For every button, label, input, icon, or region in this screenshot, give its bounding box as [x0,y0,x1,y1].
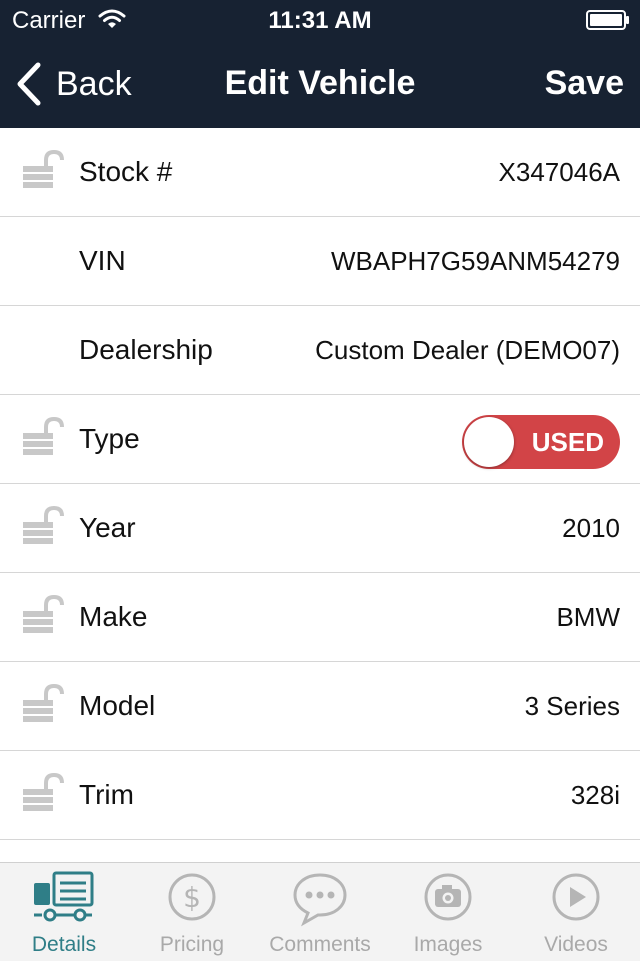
battery-icon [586,10,629,30]
field-row-make[interactable]: Make BMW [0,573,640,662]
tab-label: Pricing [159,933,225,956]
field-label: Dealership [79,334,213,365]
field-row-year[interactable]: Year 2010 [0,484,640,573]
nav-bar: Back Edit Vehicle Save [0,40,640,128]
lock-open-icon [23,773,64,811]
tab-label: Images [413,933,483,956]
field-row-stock[interactable]: Stock # X347046A [0,128,640,217]
field-label: Stock # [79,156,173,187]
field-value: WBAPH7G59ANM54279 [330,246,620,276]
tab-label: Details [31,933,97,956]
field-row-partial[interactable] [0,840,640,862]
field-row-dealership[interactable]: Dealership Custom Dealer (DEMO07) [0,306,640,395]
lock-open-icon [23,595,64,633]
field-row-vin[interactable]: VIN WBAPH7G59ANM54279 [0,217,640,306]
lock-open-icon [23,150,64,188]
tab-comments[interactable]: Comments [256,863,384,961]
field-value: 328i [570,780,620,810]
type-toggle[interactable]: USED [462,415,620,469]
toggle-knob [464,417,514,467]
svg-text:$: $ [183,881,201,914]
status-bar: Carrier 11:31 AM [0,0,640,40]
field-label: Trim [79,779,134,810]
toggle-label: USED [531,427,604,457]
camera-icon [424,873,472,921]
tab-pricing[interactable]: $ Pricing [128,863,256,961]
field-value: X347046A [498,157,620,187]
field-value: 2010 [562,513,620,543]
field-value: BMW [556,602,620,632]
field-label: Make [79,601,148,632]
field-label: Model [79,690,156,721]
top-bar: Carrier 11:31 AM Back Edit Vehicle Save [0,0,640,128]
comment-icon [293,873,347,927]
field-value: 3 Series [524,691,620,721]
field-label: Year [79,512,136,543]
tab-label: Videos [544,933,608,956]
dollar-icon: $ [168,873,216,921]
tab-label: Comments [269,933,371,956]
play-icon [552,873,600,921]
field-value: Custom Dealer (DEMO07) [315,335,620,365]
tab-images[interactable]: Images [384,863,512,961]
vehicle-fields: Stock # X347046A VIN WBAPH7G59ANM54279 D… [0,128,640,862]
field-label: Type [79,423,140,454]
lock-open-icon [23,684,64,722]
field-label: VIN [79,245,126,276]
tab-details[interactable]: Details [0,863,128,961]
save-button[interactable]: Save [545,64,624,103]
truck-icon [34,871,94,922]
lock-open-icon [23,506,64,544]
status-time: 11:31 AM [268,7,372,34]
lock-open-icon [23,417,64,455]
tab-bar: Details $ Pricing Comments Images Videos [0,862,640,961]
tab-videos[interactable]: Videos [512,863,640,961]
field-row-type: Type USED [0,395,640,484]
field-row-model[interactable]: Model 3 Series [0,662,640,751]
field-row-trim[interactable]: Trim 328i [0,751,640,840]
